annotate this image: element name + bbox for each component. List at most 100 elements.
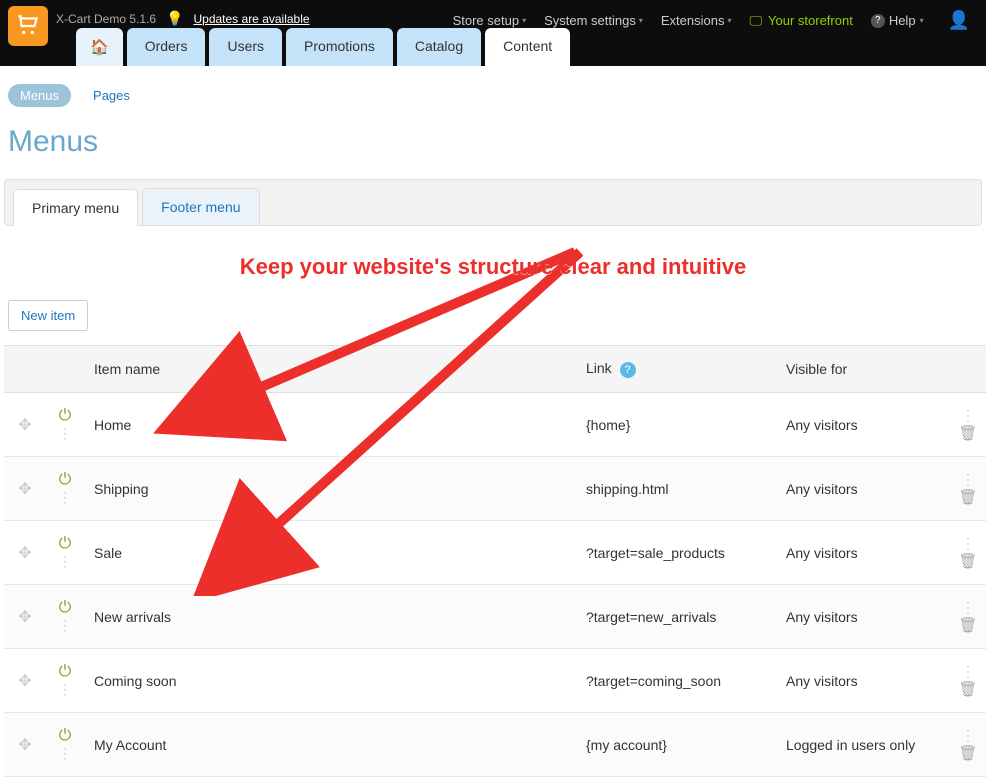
cell-link[interactable]: {my account} — [576, 713, 776, 777]
power-toggle-icon[interactable]: ⏻ — [59, 663, 72, 680]
trash-icon[interactable]: 🗑 — [958, 745, 977, 762]
table-row: ✥ ⏻ ⋮ Sale?target=sale_productsAny visitor… — [4, 521, 986, 585]
app-logo[interactable] — [8, 6, 48, 46]
header-visible-for: Visible for — [776, 346, 946, 393]
version-text: X-Cart Demo 5.1.6 — [56, 12, 156, 26]
cell-item-name[interactable]: Sale — [84, 521, 576, 585]
trash-icon[interactable]: 🗑 — [958, 617, 977, 634]
drag-handle-icon[interactable]: ✥ — [18, 545, 31, 562]
drag-handle-icon[interactable]: ✥ — [18, 481, 31, 498]
table-row: ✥ ⏻ ⋮ Coming soon?target=coming_soonAny vi… — [4, 649, 986, 713]
extensions-menu[interactable]: Extensions ▾ — [661, 13, 732, 28]
tabs-container: Primary menu Footer menu — [4, 179, 982, 226]
tab-users[interactable]: Users — [209, 28, 282, 66]
tab-content[interactable]: Content — [485, 28, 570, 66]
toolbar: New item — [0, 290, 986, 345]
system-settings-label: System settings — [544, 13, 636, 28]
updates-link[interactable]: Updates are available — [193, 12, 309, 26]
system-settings-menu[interactable]: System settings ▾ — [544, 13, 643, 28]
cell-item-name[interactable]: Home — [84, 393, 576, 457]
trash-icon[interactable]: 🗑 — [958, 489, 977, 506]
dots-icon[interactable]: ⋮ — [961, 663, 975, 679]
trash-icon[interactable]: 🗑 — [958, 425, 977, 442]
storefront-link[interactable]: 🖵 Your storefront — [749, 13, 852, 29]
tab-home[interactable]: 🏠 — [76, 28, 123, 66]
drag-handle-icon[interactable]: ✥ — [18, 609, 31, 626]
header-link: Link ? — [576, 346, 776, 393]
cell-link[interactable]: ?target=new_arrivals — [576, 585, 776, 649]
table-header-row: Item name Link ? Visible for — [4, 346, 986, 393]
dots-icon[interactable]: ⋮ — [58, 553, 72, 569]
chevron-down-icon: ▾ — [639, 16, 643, 25]
cart-logo-icon — [15, 13, 41, 39]
help-label: Help — [889, 13, 916, 28]
dots-icon[interactable]: ⋮ — [961, 407, 975, 423]
cell-item-name[interactable]: My Account — [84, 713, 576, 777]
menus-table: Item name Link ? Visible for ✥ ⏻ ⋮ Home{ho… — [4, 345, 986, 777]
help-icon: ? — [871, 14, 885, 28]
chevron-down-icon: ▾ — [522, 16, 526, 25]
cell-item-name[interactable]: Coming soon — [84, 649, 576, 713]
bulb-icon: 💡 — [166, 10, 183, 27]
tab-orders[interactable]: Orders — [127, 28, 206, 66]
drag-handle-icon[interactable]: ✥ — [18, 673, 31, 690]
chevron-down-icon: ▾ — [727, 16, 731, 25]
dots-icon[interactable]: ⋮ — [58, 489, 72, 505]
dots-icon[interactable]: ⋮ — [961, 727, 975, 743]
annotation-text: Keep your website's structure clear and … — [0, 226, 986, 290]
cell-item-name[interactable]: New arrivals — [84, 585, 576, 649]
cell-visible-for[interactable]: Any visitors — [776, 521, 946, 585]
help-menu[interactable]: ? Help ▾ — [871, 13, 924, 28]
power-toggle-icon[interactable]: ⏻ — [59, 407, 72, 424]
table-row: ✥ ⏻ ⋮ Home{home}Any visitors ⋮ 🗑 — [4, 393, 986, 457]
tab-promotions[interactable]: Promotions — [286, 28, 393, 66]
dots-icon[interactable]: ⋮ — [58, 425, 72, 441]
avatar-icon[interactable]: 👤 — [948, 10, 970, 31]
power-toggle-icon[interactable]: ⏻ — [59, 727, 72, 744]
cell-visible-for[interactable]: Any visitors — [776, 457, 946, 521]
cell-link[interactable]: ?target=coming_soon — [576, 649, 776, 713]
tab-primary-menu[interactable]: Primary menu — [13, 189, 138, 226]
cell-visible-for[interactable]: Any visitors — [776, 393, 946, 457]
drag-handle-icon[interactable]: ✥ — [18, 737, 31, 754]
new-item-button[interactable]: New item — [8, 300, 88, 331]
dots-icon[interactable]: ⋮ — [58, 745, 72, 761]
home-icon: 🏠 — [90, 39, 109, 56]
chevron-down-icon: ▾ — [920, 16, 924, 25]
extensions-label: Extensions — [661, 13, 725, 28]
drag-handle-icon[interactable]: ✥ — [18, 417, 31, 434]
sub-nav: Menus Pages — [0, 66, 986, 107]
cell-visible-for[interactable]: Logged in users only — [776, 713, 946, 777]
cell-link[interactable]: {home} — [576, 393, 776, 457]
trash-icon[interactable]: 🗑 — [958, 553, 977, 570]
dots-icon[interactable]: ⋮ — [961, 535, 975, 551]
cell-item-name[interactable]: Shipping — [84, 457, 576, 521]
tab-footer-menu[interactable]: Footer menu — [142, 188, 259, 225]
storefront-label: Your storefront — [768, 13, 853, 28]
power-toggle-icon[interactable]: ⏻ — [59, 599, 72, 616]
cell-visible-for[interactable]: Any visitors — [776, 649, 946, 713]
header-item-name: Item name — [84, 346, 576, 393]
cell-link[interactable]: ?target=sale_products — [576, 521, 776, 585]
cell-link[interactable]: shipping.html — [576, 457, 776, 521]
table-row: ✥ ⏻ ⋮ My Account{my account}Logged in user… — [4, 713, 986, 777]
subnav-pages[interactable]: Pages — [93, 88, 130, 103]
help-tooltip-icon[interactable]: ? — [620, 362, 636, 378]
subnav-menus[interactable]: Menus — [8, 84, 71, 107]
store-setup-menu[interactable]: Store setup ▾ — [453, 13, 527, 28]
cell-visible-for[interactable]: Any visitors — [776, 585, 946, 649]
trash-icon[interactable]: 🗑 — [958, 681, 977, 698]
page-title: Menus — [0, 107, 986, 179]
dots-icon[interactable]: ⋮ — [961, 599, 975, 615]
header-link-label: Link — [586, 360, 612, 376]
dots-icon[interactable]: ⋮ — [58, 617, 72, 633]
dots-icon[interactable]: ⋮ — [961, 471, 975, 487]
power-toggle-icon[interactable]: ⏻ — [59, 471, 72, 488]
power-toggle-icon[interactable]: ⏻ — [59, 535, 72, 552]
topbar: X-Cart Demo 5.1.6 💡 Updates are availabl… — [0, 0, 986, 66]
table-row: ✥ ⏻ ⋮ New arrivals?target=new_arrivalsAny … — [4, 585, 986, 649]
table-row: ✥ ⏻ ⋮ Shippingshipping.htmlAny visitors ⋮ 🗑 — [4, 457, 986, 521]
main-tabs: 🏠 Orders Users Promotions Catalog Conten… — [76, 28, 570, 66]
dots-icon[interactable]: ⋮ — [58, 681, 72, 697]
tab-catalog[interactable]: Catalog — [397, 28, 481, 66]
